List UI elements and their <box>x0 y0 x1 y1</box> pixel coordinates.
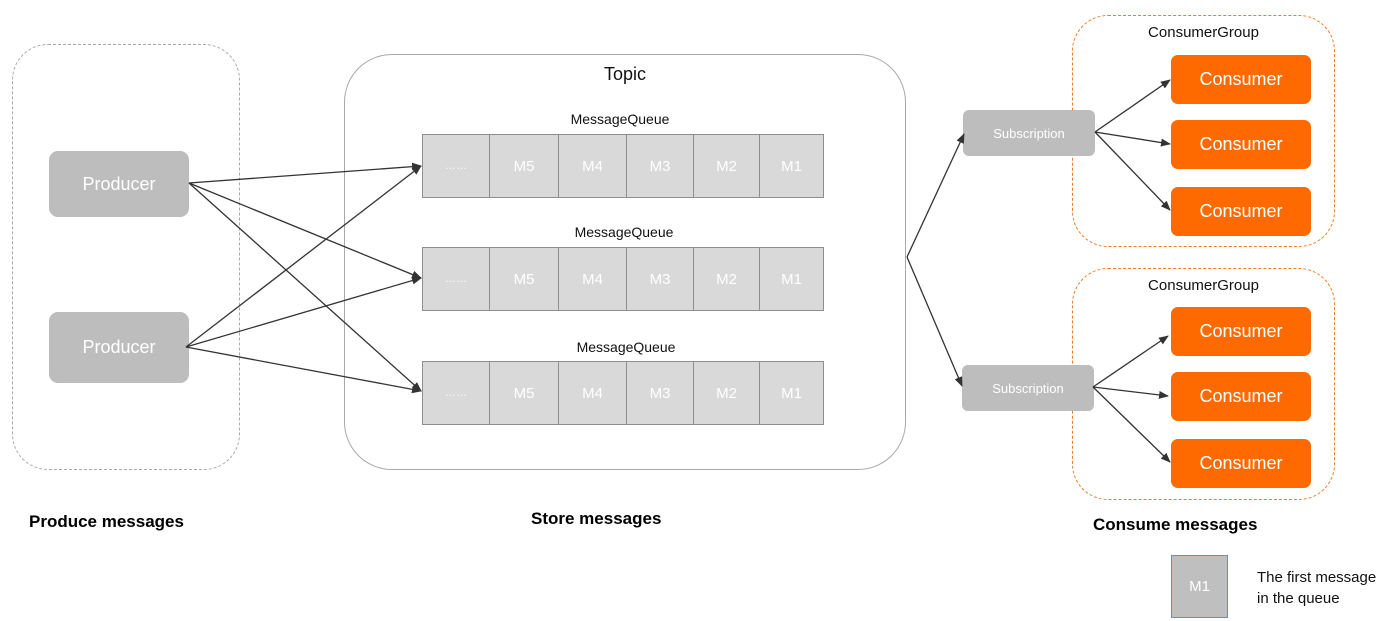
arrow-sub1-consumer2 <box>1094 131 1171 147</box>
section-label-consume: Consume messages <box>1093 515 1258 534</box>
legend-description: The first message in the queue <box>1257 567 1397 609</box>
arrow-sub2-consumer2 <box>1092 386 1169 399</box>
arrow-topic-subscription1 <box>906 133 965 258</box>
arrow-sub1-consumer3 <box>1094 131 1171 211</box>
arrow-producer1-queue3 <box>188 182 422 392</box>
section-label-produce: Produce messages <box>29 512 184 531</box>
arrow-sub2-consumer1 <box>1092 335 1169 388</box>
legend-description-line1: The first message <box>1257 569 1377 586</box>
arrow-producer1-queue2 <box>188 182 422 279</box>
arrow-producer2-queue1 <box>185 165 422 348</box>
arrow-sub2-consumer3 <box>1092 386 1171 463</box>
arrow-producer2-queue2 <box>185 276 422 348</box>
arrow-topic-subscription2 <box>906 256 963 387</box>
arrow-producer2-queue3 <box>185 346 422 394</box>
legend-description-line2: in the queue <box>1257 590 1340 607</box>
arrow-sub1-consumer1 <box>1094 79 1171 133</box>
section-label-store: Store messages <box>531 509 662 528</box>
legend-sample-message: M1 <box>1171 555 1228 618</box>
arrow-producer1-queue1 <box>188 162 422 184</box>
